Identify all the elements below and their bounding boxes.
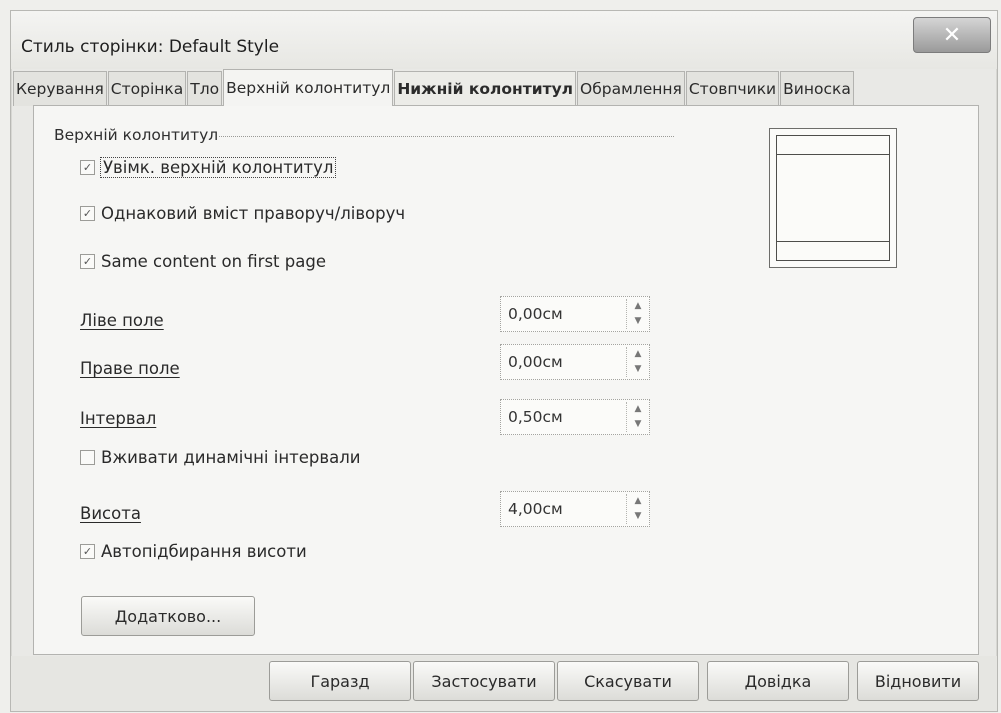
dialog-title: Стиль сторінки: Default Style — [21, 37, 280, 57]
spin-down-icon[interactable]: ▼ — [627, 314, 649, 329]
tab-background[interactable]: Тло — [187, 71, 223, 106]
spin-down-icon[interactable]: ▼ — [627, 362, 649, 377]
checkbox-empty — [80, 450, 95, 465]
spacing-value[interactable]: 0,50см — [501, 408, 626, 426]
help-button[interactable]: Довідка — [707, 661, 849, 701]
spin-buttons[interactable]: ▲ ▼ — [626, 402, 649, 432]
reset-button[interactable]: Відновити — [857, 661, 979, 701]
header-preview — [769, 128, 897, 268]
tab-columns[interactable]: Стовпчики — [685, 71, 780, 106]
height-spinbox[interactable]: 4,00см ▲ ▼ — [500, 491, 650, 527]
close-button[interactable]: ✕ — [913, 17, 991, 53]
spacing-spinbox[interactable]: 0,50см ▲ ▼ — [500, 399, 650, 435]
more-options-button[interactable]: Додатково... — [81, 596, 255, 636]
left-margin-label: Ліве поле — [80, 311, 164, 330]
same-content-lr-checkbox[interactable]: ✓ Однаковий вміст праворуч/ліворуч — [80, 204, 405, 223]
preview-page — [776, 135, 890, 261]
height-value[interactable]: 4,00см — [501, 500, 626, 518]
checkmark-icon: ✓ — [80, 544, 95, 559]
same-content-first-page-label: Same content on first page — [101, 252, 326, 271]
spin-buttons[interactable]: ▲ ▼ — [626, 347, 649, 377]
dialog-button-bar: Гаразд Застосувати Скасувати Довідка Від… — [11, 656, 997, 711]
tab-footnote[interactable]: Виноска — [780, 71, 854, 106]
spin-up-icon[interactable]: ▲ — [627, 494, 649, 509]
same-content-lr-label: Однаковий вміст праворуч/ліворуч — [101, 204, 406, 223]
tab-header[interactable]: Верхній колонтитул — [223, 69, 394, 106]
spin-buttons[interactable]: ▲ ▼ — [626, 299, 649, 329]
spacing-label: Інтервал — [80, 409, 157, 428]
spin-up-icon[interactable]: ▲ — [627, 299, 649, 314]
autofit-height-checkbox[interactable]: ✓ Автопідбирання висоти — [80, 542, 307, 561]
dynamic-spacing-label: Вживати динамічні інтервали — [101, 448, 361, 467]
ok-button[interactable]: Гаразд — [269, 661, 411, 701]
enable-header-label: Увімк. верхній колонтитул — [99, 157, 337, 178]
spin-buttons[interactable]: ▲ ▼ — [626, 494, 649, 524]
cancel-button[interactable]: Скасувати — [557, 661, 699, 701]
same-content-first-page-checkbox[interactable]: ✓ Same content on first page — [80, 252, 326, 271]
autofit-height-label: Автопідбирання висоти — [101, 542, 307, 561]
apply-button[interactable]: Застосувати — [413, 661, 555, 701]
right-margin-spinbox[interactable]: 0,00см ▲ ▼ — [500, 344, 650, 380]
right-margin-value[interactable]: 0,00см — [501, 353, 626, 371]
tab-footer[interactable]: Нижній колонтитул — [394, 71, 577, 106]
group-separator — [219, 136, 674, 137]
spin-down-icon[interactable]: ▼ — [627, 417, 649, 432]
spin-up-icon[interactable]: ▲ — [627, 402, 649, 417]
tab-organizer[interactable]: Керування — [13, 71, 107, 106]
page-style-dialog: Стиль сторінки: Default Style ✕ Керуванн… — [10, 10, 998, 712]
title-bar: Стиль сторінки: Default Style ✕ — [11, 11, 997, 69]
tab-borders[interactable]: Обрамлення — [577, 71, 685, 106]
preview-header-area — [777, 136, 889, 155]
preview-footer-area — [777, 241, 889, 260]
spin-down-icon[interactable]: ▼ — [627, 509, 649, 524]
dynamic-spacing-checkbox[interactable]: Вживати динамічні інтервали — [80, 448, 360, 467]
header-tab-panel: Верхній колонтитул ✓ Увімк. верхній коло… — [33, 105, 979, 655]
header-group-title: Верхній колонтитул — [54, 126, 219, 144]
close-icon: ✕ — [942, 22, 962, 48]
enable-header-checkbox[interactable]: ✓ Увімк. верхній колонтитул — [80, 157, 337, 178]
height-label: Висота — [80, 504, 141, 523]
tab-page[interactable]: Сторінка — [107, 71, 187, 106]
checkmark-icon: ✓ — [80, 206, 95, 221]
right-margin-label: Праве поле — [80, 359, 180, 378]
spin-up-icon[interactable]: ▲ — [627, 347, 649, 362]
left-margin-value[interactable]: 0,00см — [501, 305, 626, 323]
left-margin-spinbox[interactable]: 0,00см ▲ ▼ — [500, 296, 650, 332]
tab-bar: Керування Сторінка Тло Верхній колонтиту… — [11, 69, 855, 106]
checkmark-icon: ✓ — [80, 160, 95, 175]
checkmark-icon: ✓ — [80, 254, 95, 269]
